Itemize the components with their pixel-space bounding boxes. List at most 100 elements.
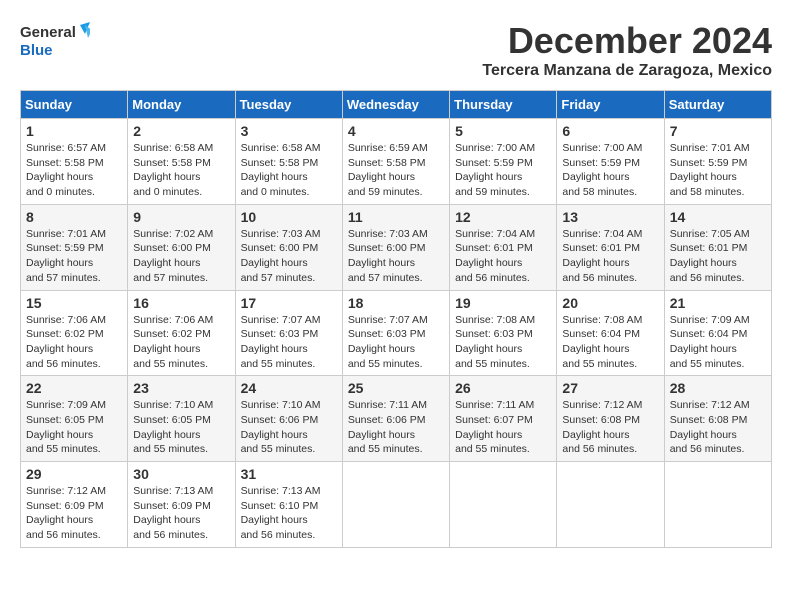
table-row: 19 Sunrise: 7:08 AMSunset: 6:03 PMDaylig… [450, 290, 557, 376]
table-row: 24 Sunrise: 7:10 AMSunset: 6:06 PMDaylig… [235, 376, 342, 462]
day-info: Sunrise: 7:02 AMSunset: 6:00 PMDaylight … [133, 227, 229, 286]
day-number: 8 [26, 209, 122, 225]
day-number: 15 [26, 295, 122, 311]
day-info: Sunrise: 7:07 AMSunset: 6:03 PMDaylight … [348, 313, 444, 372]
day-number: 3 [241, 123, 337, 139]
table-row: 9 Sunrise: 7:02 AMSunset: 6:00 PMDayligh… [128, 204, 235, 290]
day-info: Sunrise: 7:07 AMSunset: 6:03 PMDaylight … [241, 313, 337, 372]
table-row: 13 Sunrise: 7:04 AMSunset: 6:01 PMDaylig… [557, 204, 664, 290]
table-row: 25 Sunrise: 7:11 AMSunset: 6:06 PMDaylig… [342, 376, 449, 462]
day-number: 25 [348, 380, 444, 396]
day-info: Sunrise: 7:11 AMSunset: 6:06 PMDaylight … [348, 398, 444, 457]
day-info: Sunrise: 6:58 AMSunset: 5:58 PMDaylight … [241, 141, 337, 200]
table-row: 15 Sunrise: 7:06 AMSunset: 6:02 PMDaylig… [21, 290, 128, 376]
svg-text:General: General [20, 24, 76, 41]
day-info: Sunrise: 7:10 AMSunset: 6:06 PMDaylight … [241, 398, 337, 457]
table-row: 17 Sunrise: 7:07 AMSunset: 6:03 PMDaylig… [235, 290, 342, 376]
day-number: 27 [562, 380, 658, 396]
day-info: Sunrise: 7:09 AMSunset: 6:04 PMDaylight … [670, 313, 766, 372]
day-number: 6 [562, 123, 658, 139]
day-info: Sunrise: 7:06 AMSunset: 6:02 PMDaylight … [133, 313, 229, 372]
table-row [557, 462, 664, 548]
col-wednesday: Wednesday [342, 91, 449, 119]
day-info: Sunrise: 7:04 AMSunset: 6:01 PMDaylight … [455, 227, 551, 286]
table-row: 10 Sunrise: 7:03 AMSunset: 6:00 PMDaylig… [235, 204, 342, 290]
table-row: 20 Sunrise: 7:08 AMSunset: 6:04 PMDaylig… [557, 290, 664, 376]
table-row: 30 Sunrise: 7:13 AMSunset: 6:09 PMDaylig… [128, 462, 235, 548]
day-info: Sunrise: 7:08 AMSunset: 6:03 PMDaylight … [455, 313, 551, 372]
table-row [342, 462, 449, 548]
day-number: 31 [241, 466, 337, 482]
table-row: 7 Sunrise: 7:01 AMSunset: 5:59 PMDayligh… [664, 119, 771, 205]
table-row: 31 Sunrise: 7:13 AMSunset: 6:10 PMDaylig… [235, 462, 342, 548]
day-info: Sunrise: 7:00 AMSunset: 5:59 PMDaylight … [455, 141, 551, 200]
day-number: 7 [670, 123, 766, 139]
day-info: Sunrise: 7:00 AMSunset: 5:59 PMDaylight … [562, 141, 658, 200]
table-row: 21 Sunrise: 7:09 AMSunset: 6:04 PMDaylig… [664, 290, 771, 376]
calendar-header-row: Sunday Monday Tuesday Wednesday Thursday… [21, 91, 772, 119]
table-row: 1 Sunrise: 6:57 AMSunset: 5:58 PMDayligh… [21, 119, 128, 205]
col-sunday: Sunday [21, 91, 128, 119]
day-info: Sunrise: 7:06 AMSunset: 6:02 PMDaylight … [26, 313, 122, 372]
day-info: Sunrise: 7:08 AMSunset: 6:04 PMDaylight … [562, 313, 658, 372]
day-number: 4 [348, 123, 444, 139]
page-header: General Blue December 2024 Tercera Manza… [20, 20, 772, 80]
day-info: Sunrise: 6:59 AMSunset: 5:58 PMDaylight … [348, 141, 444, 200]
day-number: 21 [670, 295, 766, 311]
calendar-week-2: 8 Sunrise: 7:01 AMSunset: 5:59 PMDayligh… [21, 204, 772, 290]
day-info: Sunrise: 7:11 AMSunset: 6:07 PMDaylight … [455, 398, 551, 457]
table-row: 26 Sunrise: 7:11 AMSunset: 6:07 PMDaylig… [450, 376, 557, 462]
table-row: 12 Sunrise: 7:04 AMSunset: 6:01 PMDaylig… [450, 204, 557, 290]
day-number: 13 [562, 209, 658, 225]
day-info: Sunrise: 7:01 AMSunset: 5:59 PMDaylight … [26, 227, 122, 286]
table-row: 29 Sunrise: 7:12 AMSunset: 6:09 PMDaylig… [21, 462, 128, 548]
day-number: 2 [133, 123, 229, 139]
col-saturday: Saturday [664, 91, 771, 119]
table-row: 2 Sunrise: 6:58 AMSunset: 5:58 PMDayligh… [128, 119, 235, 205]
day-info: Sunrise: 7:12 AMSunset: 6:08 PMDaylight … [670, 398, 766, 457]
day-info: Sunrise: 7:12 AMSunset: 6:08 PMDaylight … [562, 398, 658, 457]
table-row [664, 462, 771, 548]
day-number: 17 [241, 295, 337, 311]
day-number: 20 [562, 295, 658, 311]
table-row: 11 Sunrise: 7:03 AMSunset: 6:00 PMDaylig… [342, 204, 449, 290]
day-number: 10 [241, 209, 337, 225]
day-info: Sunrise: 7:05 AMSunset: 6:01 PMDaylight … [670, 227, 766, 286]
table-row: 5 Sunrise: 7:00 AMSunset: 5:59 PMDayligh… [450, 119, 557, 205]
day-number: 30 [133, 466, 229, 482]
table-row: 23 Sunrise: 7:10 AMSunset: 6:05 PMDaylig… [128, 376, 235, 462]
day-number: 1 [26, 123, 122, 139]
table-row: 28 Sunrise: 7:12 AMSunset: 6:08 PMDaylig… [664, 376, 771, 462]
day-number: 26 [455, 380, 551, 396]
calendar-week-4: 22 Sunrise: 7:09 AMSunset: 6:05 PMDaylig… [21, 376, 772, 462]
calendar-week-3: 15 Sunrise: 7:06 AMSunset: 6:02 PMDaylig… [21, 290, 772, 376]
day-number: 5 [455, 123, 551, 139]
day-number: 24 [241, 380, 337, 396]
day-number: 18 [348, 295, 444, 311]
table-row: 27 Sunrise: 7:12 AMSunset: 6:08 PMDaylig… [557, 376, 664, 462]
table-row: 4 Sunrise: 6:59 AMSunset: 5:58 PMDayligh… [342, 119, 449, 205]
day-info: Sunrise: 7:03 AMSunset: 6:00 PMDaylight … [348, 227, 444, 286]
table-row: 8 Sunrise: 7:01 AMSunset: 5:59 PMDayligh… [21, 204, 128, 290]
table-row [450, 462, 557, 548]
table-row: 6 Sunrise: 7:00 AMSunset: 5:59 PMDayligh… [557, 119, 664, 205]
svg-text:Blue: Blue [20, 42, 53, 59]
location-subtitle: Tercera Manzana de Zaragoza, Mexico [482, 62, 772, 80]
table-row: 18 Sunrise: 7:07 AMSunset: 6:03 PMDaylig… [342, 290, 449, 376]
day-info: Sunrise: 7:13 AMSunset: 6:09 PMDaylight … [133, 484, 229, 543]
calendar-week-5: 29 Sunrise: 7:12 AMSunset: 6:09 PMDaylig… [21, 462, 772, 548]
day-info: Sunrise: 7:12 AMSunset: 6:09 PMDaylight … [26, 484, 122, 543]
col-tuesday: Tuesday [235, 91, 342, 119]
table-row: 3 Sunrise: 6:58 AMSunset: 5:58 PMDayligh… [235, 119, 342, 205]
month-title: December 2024 [482, 20, 772, 62]
table-row: 22 Sunrise: 7:09 AMSunset: 6:05 PMDaylig… [21, 376, 128, 462]
table-row: 14 Sunrise: 7:05 AMSunset: 6:01 PMDaylig… [664, 204, 771, 290]
day-number: 16 [133, 295, 229, 311]
col-thursday: Thursday [450, 91, 557, 119]
day-info: Sunrise: 6:57 AMSunset: 5:58 PMDaylight … [26, 141, 122, 200]
day-number: 12 [455, 209, 551, 225]
day-number: 11 [348, 209, 444, 225]
day-number: 14 [670, 209, 766, 225]
day-number: 29 [26, 466, 122, 482]
logo-svg: General Blue [20, 20, 90, 60]
